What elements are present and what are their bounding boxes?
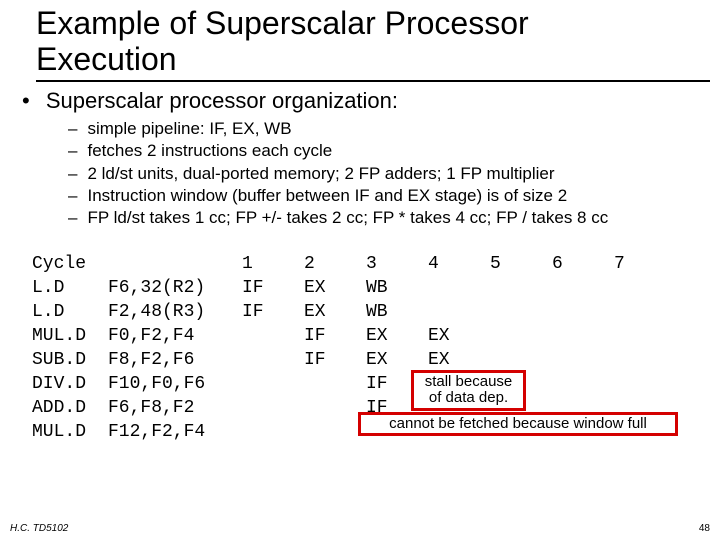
- window-text: cannot be fetched because window full: [389, 415, 647, 432]
- slide-body: Superscalar processor organization: simp…: [0, 82, 720, 444]
- sub-bullet: fetches 2 instructions each cycle: [68, 140, 706, 162]
- sub-bullet-text: Instruction window (buffer between IF an…: [87, 186, 567, 205]
- col-head: 5: [490, 254, 552, 274]
- operands: F12,F2,F4: [108, 422, 242, 442]
- sub-bullet-text: fetches 2 instructions each cycle: [87, 141, 332, 160]
- instr: DIV.D: [32, 374, 108, 394]
- table-row: L.D F2,48(R3) IF EX WB: [32, 300, 706, 324]
- instr: MUL.D: [32, 326, 108, 346]
- instr: L.D: [32, 278, 108, 298]
- header-label: Cycle: [32, 254, 108, 274]
- operands: F8,F2,F6: [108, 350, 242, 370]
- sub-bullet: simple pipeline: IF, EX, WB: [68, 118, 706, 140]
- operands: F10,F0,F6: [108, 374, 242, 394]
- title-line-1: Example of Superscalar Processor: [36, 5, 529, 41]
- footer-left: H.C. TD5102: [10, 523, 68, 534]
- sub-bullet-text: simple pipeline: IF, EX, WB: [87, 119, 291, 138]
- stall-line1: stall because: [425, 373, 513, 390]
- title-line-2: Execution: [36, 41, 177, 77]
- main-bullet: Superscalar processor organization:: [22, 88, 706, 114]
- cell: IF: [304, 350, 366, 370]
- table-row: MUL.D F0,F2,F4 IF EX EX: [32, 324, 706, 348]
- cell: WB: [366, 302, 428, 322]
- cell: EX: [366, 350, 428, 370]
- operands: F6,32(R2): [108, 278, 242, 298]
- col-head: 1: [242, 254, 304, 274]
- main-bullet-text: Superscalar processor organization:: [46, 88, 398, 113]
- table-row: DIV.D F10,F0,F6 IF: [32, 372, 706, 396]
- col-head: 3: [366, 254, 428, 274]
- table-row: SUB.D F8,F2,F6 IF EX EX: [32, 348, 706, 372]
- col-head: 7: [614, 254, 676, 274]
- page-number: 48: [699, 523, 710, 534]
- operands: F0,F2,F4: [108, 326, 242, 346]
- cell: IF: [242, 302, 304, 322]
- cell: IF: [304, 326, 366, 346]
- slide-title: Example of Superscalar Processor Executi…: [0, 0, 720, 82]
- instr: L.D: [32, 302, 108, 322]
- cell: WB: [366, 278, 428, 298]
- table-row: L.D F6,32(R2) IF EX WB: [32, 276, 706, 300]
- col-head: 2: [304, 254, 366, 274]
- cell: IF: [242, 278, 304, 298]
- instr: SUB.D: [32, 350, 108, 370]
- operands: F6,F8,F2: [108, 398, 242, 418]
- cell: EX: [428, 326, 490, 346]
- instr: MUL.D: [32, 422, 108, 442]
- sub-bullet: FP ld/st takes 1 cc; FP +/- takes 2 cc; …: [68, 207, 706, 229]
- operands: F2,48(R3): [108, 302, 242, 322]
- cell: EX: [366, 326, 428, 346]
- stall-line2: of data dep.: [429, 389, 508, 406]
- stall-annotation: stall because of data dep.: [411, 370, 526, 411]
- cell: EX: [428, 350, 490, 370]
- table-header-row: Cycle 1 2 3 4 5 6 7: [32, 252, 706, 276]
- sub-bullet: Instruction window (buffer between IF an…: [68, 185, 706, 207]
- cell: EX: [304, 278, 366, 298]
- sub-bullet-text: FP ld/st takes 1 cc; FP +/- takes 2 cc; …: [87, 208, 608, 227]
- sub-bullet: 2 ld/st units, dual-ported memory; 2 FP …: [68, 163, 706, 185]
- sub-bullet-list: simple pipeline: IF, EX, WB fetches 2 in…: [68, 118, 706, 230]
- cell: EX: [304, 302, 366, 322]
- col-head: 6: [552, 254, 614, 274]
- col-head: 4: [428, 254, 490, 274]
- instr: ADD.D: [32, 398, 108, 418]
- window-full-annotation: cannot be fetched because window full: [358, 412, 678, 437]
- sub-bullet-text: 2 ld/st units, dual-ported memory; 2 FP …: [87, 164, 554, 183]
- execution-table: Cycle 1 2 3 4 5 6 7 L.D F6,32(R2) IF EX …: [32, 252, 706, 444]
